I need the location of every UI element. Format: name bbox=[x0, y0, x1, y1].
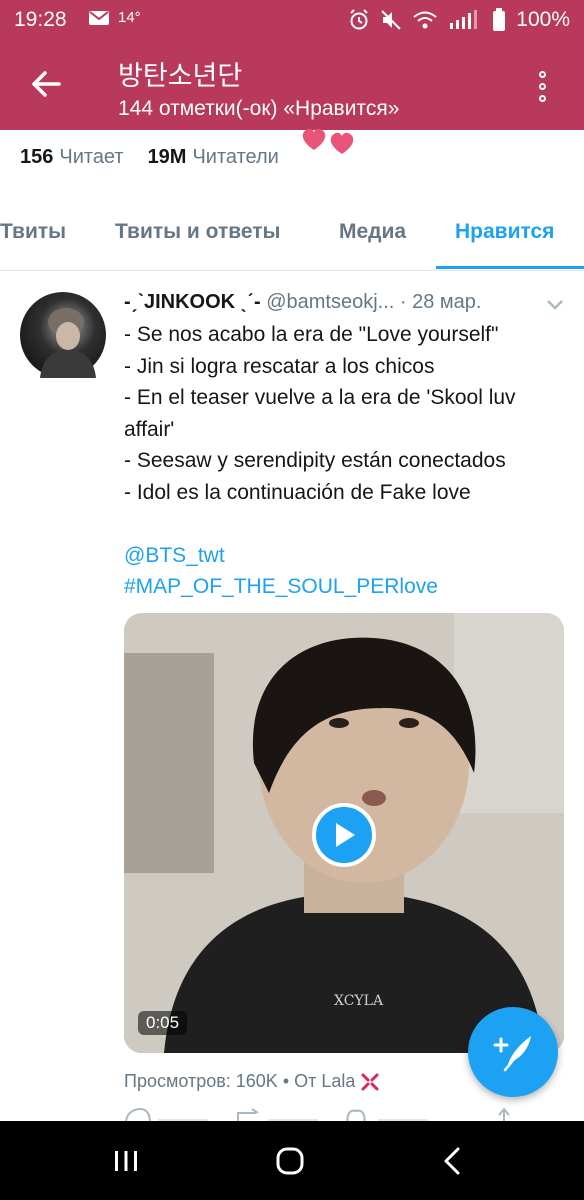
svg-text:XCYLA: XCYLA bbox=[334, 993, 384, 1009]
followers-count: 19M bbox=[147, 146, 187, 168]
status-bar: 19:28 14° 100% bbox=[0, 0, 584, 38]
followers-label: Читатели bbox=[192, 146, 279, 168]
profile-stats: 156 Читает 19M Читатели bbox=[20, 146, 279, 169]
wifi-icon bbox=[413, 11, 437, 29]
tab-media[interactable]: Медиа bbox=[339, 220, 406, 244]
arrow-left-icon bbox=[32, 71, 61, 97]
profile-header: 방탄소년단 144 отметки(-ок) «Нравится» bbox=[0, 38, 584, 130]
signal-icon bbox=[450, 10, 478, 29]
following-stat[interactable]: 156 Читает bbox=[20, 146, 124, 169]
system-back-button[interactable] bbox=[430, 1143, 474, 1179]
hearts-sticker bbox=[302, 128, 354, 154]
video-duration: 0:05 bbox=[138, 1011, 188, 1035]
tweet-line: - Idol es la continuación de Fake love bbox=[124, 480, 471, 504]
battery-percent: 100% bbox=[516, 8, 570, 31]
tweet[interactable]: -ˏˋJINKOOK ˎˊ- @bamtseokj... · 28 мар. -… bbox=[0, 271, 584, 1123]
likes-count-subtitle: 144 отметки(-ок) «Нравится» bbox=[118, 97, 400, 120]
tweet-video[interactable]: XCYLA 0:05 bbox=[124, 613, 564, 1053]
views-text: Просмотров: 160K • От Lala bbox=[124, 1071, 356, 1091]
tweet-line: affair' bbox=[124, 417, 175, 441]
video-views-info: Просмотров: 160K • От Lala bbox=[124, 1071, 380, 1092]
avatar[interactable] bbox=[20, 292, 106, 378]
tweet-text: - Se nos acabo la era de "Love yourself"… bbox=[124, 319, 574, 603]
tab-tweets-and-replies[interactable]: Твиты и ответы bbox=[115, 220, 281, 244]
recents-icon bbox=[115, 1151, 137, 1171]
status-time: 19:28 bbox=[14, 8, 67, 31]
compose-tweet-button[interactable] bbox=[468, 1007, 558, 1097]
page-title: 방탄소년단 bbox=[118, 61, 243, 91]
back-button[interactable] bbox=[26, 64, 66, 104]
tweet-mention-link[interactable]: @BTS_twt bbox=[124, 540, 574, 572]
tweet-date[interactable]: · 28 мар. bbox=[400, 291, 482, 313]
more-dot bbox=[538, 82, 546, 90]
tweet-line: - En el teaser vuelve a la era de 'Skool… bbox=[124, 386, 516, 409]
more-vertical-icon bbox=[538, 70, 546, 78]
compose-tweet-icon bbox=[493, 1036, 531, 1072]
tweet-line: - Jin si logra rescatar a los chicos bbox=[124, 354, 435, 378]
tab-likes[interactable]: Нравится bbox=[455, 220, 554, 244]
active-tab-indicator bbox=[436, 266, 584, 269]
home-icon bbox=[276, 1147, 304, 1175]
status-temperature: 14° bbox=[118, 9, 141, 26]
battery-icon bbox=[493, 8, 506, 31]
followers-stat[interactable]: 19M Читатели bbox=[148, 146, 279, 169]
tweet-hashtag-link[interactable]: #MAP_OF_THE_SOUL_PERlove bbox=[124, 571, 574, 603]
tweet-line: - Seesaw y serendipity están conectados bbox=[124, 449, 506, 472]
mail-icon bbox=[89, 10, 109, 25]
tweet-line: - Se nos acabo la era de "Love yourself" bbox=[124, 323, 499, 346]
chevron-down-icon[interactable] bbox=[544, 293, 566, 315]
alarm-icon bbox=[350, 9, 368, 30]
anger-symbol-icon bbox=[361, 1073, 379, 1091]
following-label: Читает bbox=[59, 146, 124, 168]
tab-tweets[interactable]: Твиты bbox=[0, 220, 66, 244]
more-dot bbox=[538, 94, 546, 102]
back-icon bbox=[444, 1147, 460, 1175]
tweet-author-handle[interactable]: @bamtseokj... bbox=[266, 291, 394, 313]
avatar-photo bbox=[40, 308, 96, 378]
profile-tabs: Твиты Твиты и ответы Медиа Нравится bbox=[0, 196, 584, 271]
more-options-button[interactable] bbox=[522, 66, 562, 106]
mute-icon bbox=[381, 10, 401, 30]
play-icon bbox=[336, 823, 355, 847]
recents-button[interactable] bbox=[104, 1143, 148, 1179]
following-count: 156 bbox=[20, 146, 54, 168]
home-button[interactable] bbox=[268, 1143, 312, 1179]
system-navigation-bar bbox=[0, 1121, 584, 1200]
play-button[interactable] bbox=[312, 803, 376, 867]
tweet-author-name[interactable]: -ˏˋJINKOOK ˎˊ- bbox=[124, 291, 261, 313]
tweet-header: -ˏˋJINKOOK ˎˊ- @bamtseokj... · 28 мар. bbox=[124, 291, 544, 314]
